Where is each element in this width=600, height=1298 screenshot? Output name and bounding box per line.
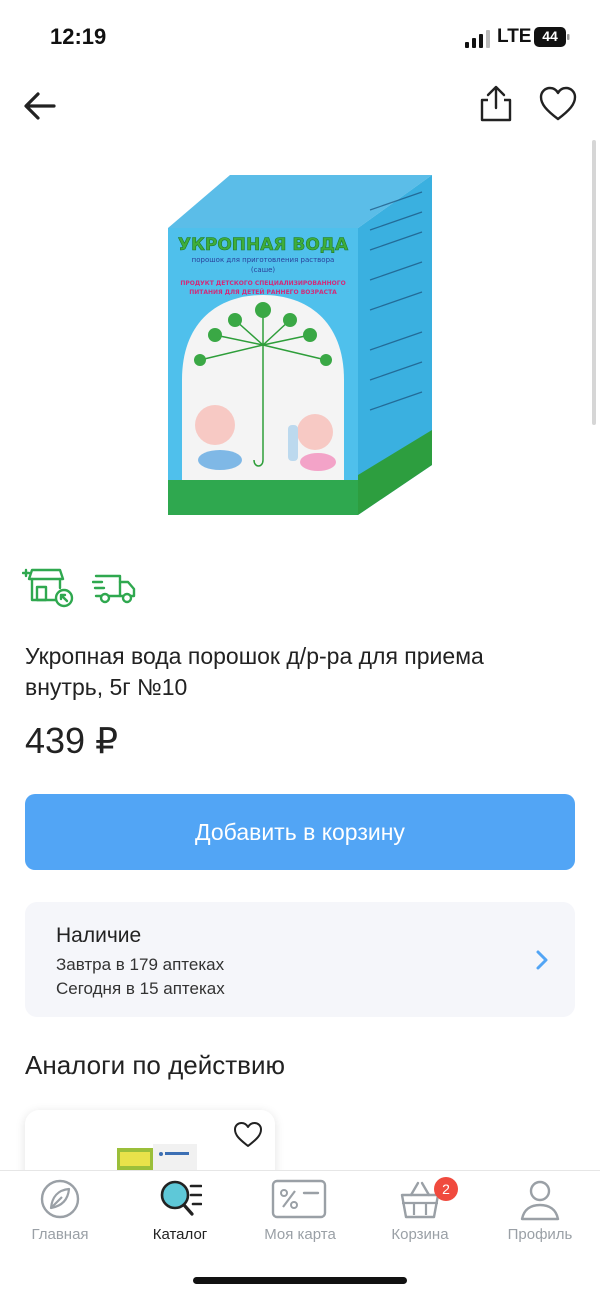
package-name: УКРОПНАЯ ВОДА (178, 235, 349, 255)
tab-catalog-label: Каталог (152, 1226, 208, 1243)
package-claim-1: ПРОДУКТ ДЕТСКОГО СПЕЦИАЛИЗИРОВАННОГО (180, 280, 345, 287)
availability-tomorrow: Завтра в 179 аптеках (56, 955, 225, 974)
tab-cart-label: Корзина (391, 1226, 449, 1243)
tab-profile-label: Профиль (507, 1226, 573, 1243)
user-icon (520, 1180, 560, 1221)
arrow-left-icon (24, 92, 56, 120)
tab-home[interactable]: Главная (0, 1171, 120, 1261)
product-title: Укропная вода порошок д/р-ра для приема … (25, 643, 484, 700)
availability-card[interactable]: Наличие Завтра в 179 аптеках Сегодня в 1… (25, 902, 575, 1017)
availability-title: Наличие (56, 924, 142, 947)
share-button[interactable] (474, 82, 518, 126)
scroll-indicator (592, 140, 596, 425)
tab-my-card[interactable]: Моя карта (240, 1171, 360, 1261)
product-price: 439 ₽ (25, 720, 118, 761)
product-image[interactable]: УКРОПНАЯ ВОДА порошок для приготовления … (160, 170, 440, 520)
discount-card-icon (271, 1179, 327, 1219)
back-button[interactable] (18, 84, 62, 128)
package-form: (саше) (251, 266, 276, 274)
status-time: 12:19 (50, 24, 107, 49)
package-claim-2: ПИТАНИЯ ДЛЯ ДЕТЕЙ РАННЕГО ВОЗРАСТА (189, 288, 337, 296)
tab-profile[interactable]: Профиль (480, 1171, 600, 1261)
tab-my-card-label: Моя карта (264, 1226, 336, 1243)
tab-cart[interactable]: 2 Корзина (360, 1171, 480, 1261)
heart-icon (539, 86, 577, 121)
signal-icon (465, 30, 490, 48)
chevron-right-icon (536, 950, 548, 970)
catalog-search-icon (160, 1180, 202, 1216)
network-type: LTE (497, 26, 532, 47)
home-indicator (193, 1277, 407, 1284)
cart-count-badge: 2 (434, 1177, 458, 1201)
tab-home-label: Главная (31, 1226, 89, 1243)
heart-icon[interactable] (231, 1118, 265, 1150)
package-subtitle: порошок для приготовления раствора (192, 256, 335, 264)
leaf-icon (40, 1179, 80, 1219)
add-to-cart-button[interactable]: Добавить в корзину (25, 794, 575, 870)
analogs-section-title: Аналоги по действию (25, 1050, 285, 1080)
availability-today: Сегодня в 15 аптеках (56, 979, 225, 998)
pharmacy-pickup-icon (22, 568, 74, 608)
favorite-button[interactable] (536, 82, 580, 126)
battery-icon: 44 (534, 27, 570, 47)
battery-level: 44 (542, 28, 558, 44)
tab-catalog[interactable]: Каталог (120, 1171, 240, 1261)
delivery-truck-icon (92, 574, 136, 604)
share-icon (480, 85, 512, 122)
